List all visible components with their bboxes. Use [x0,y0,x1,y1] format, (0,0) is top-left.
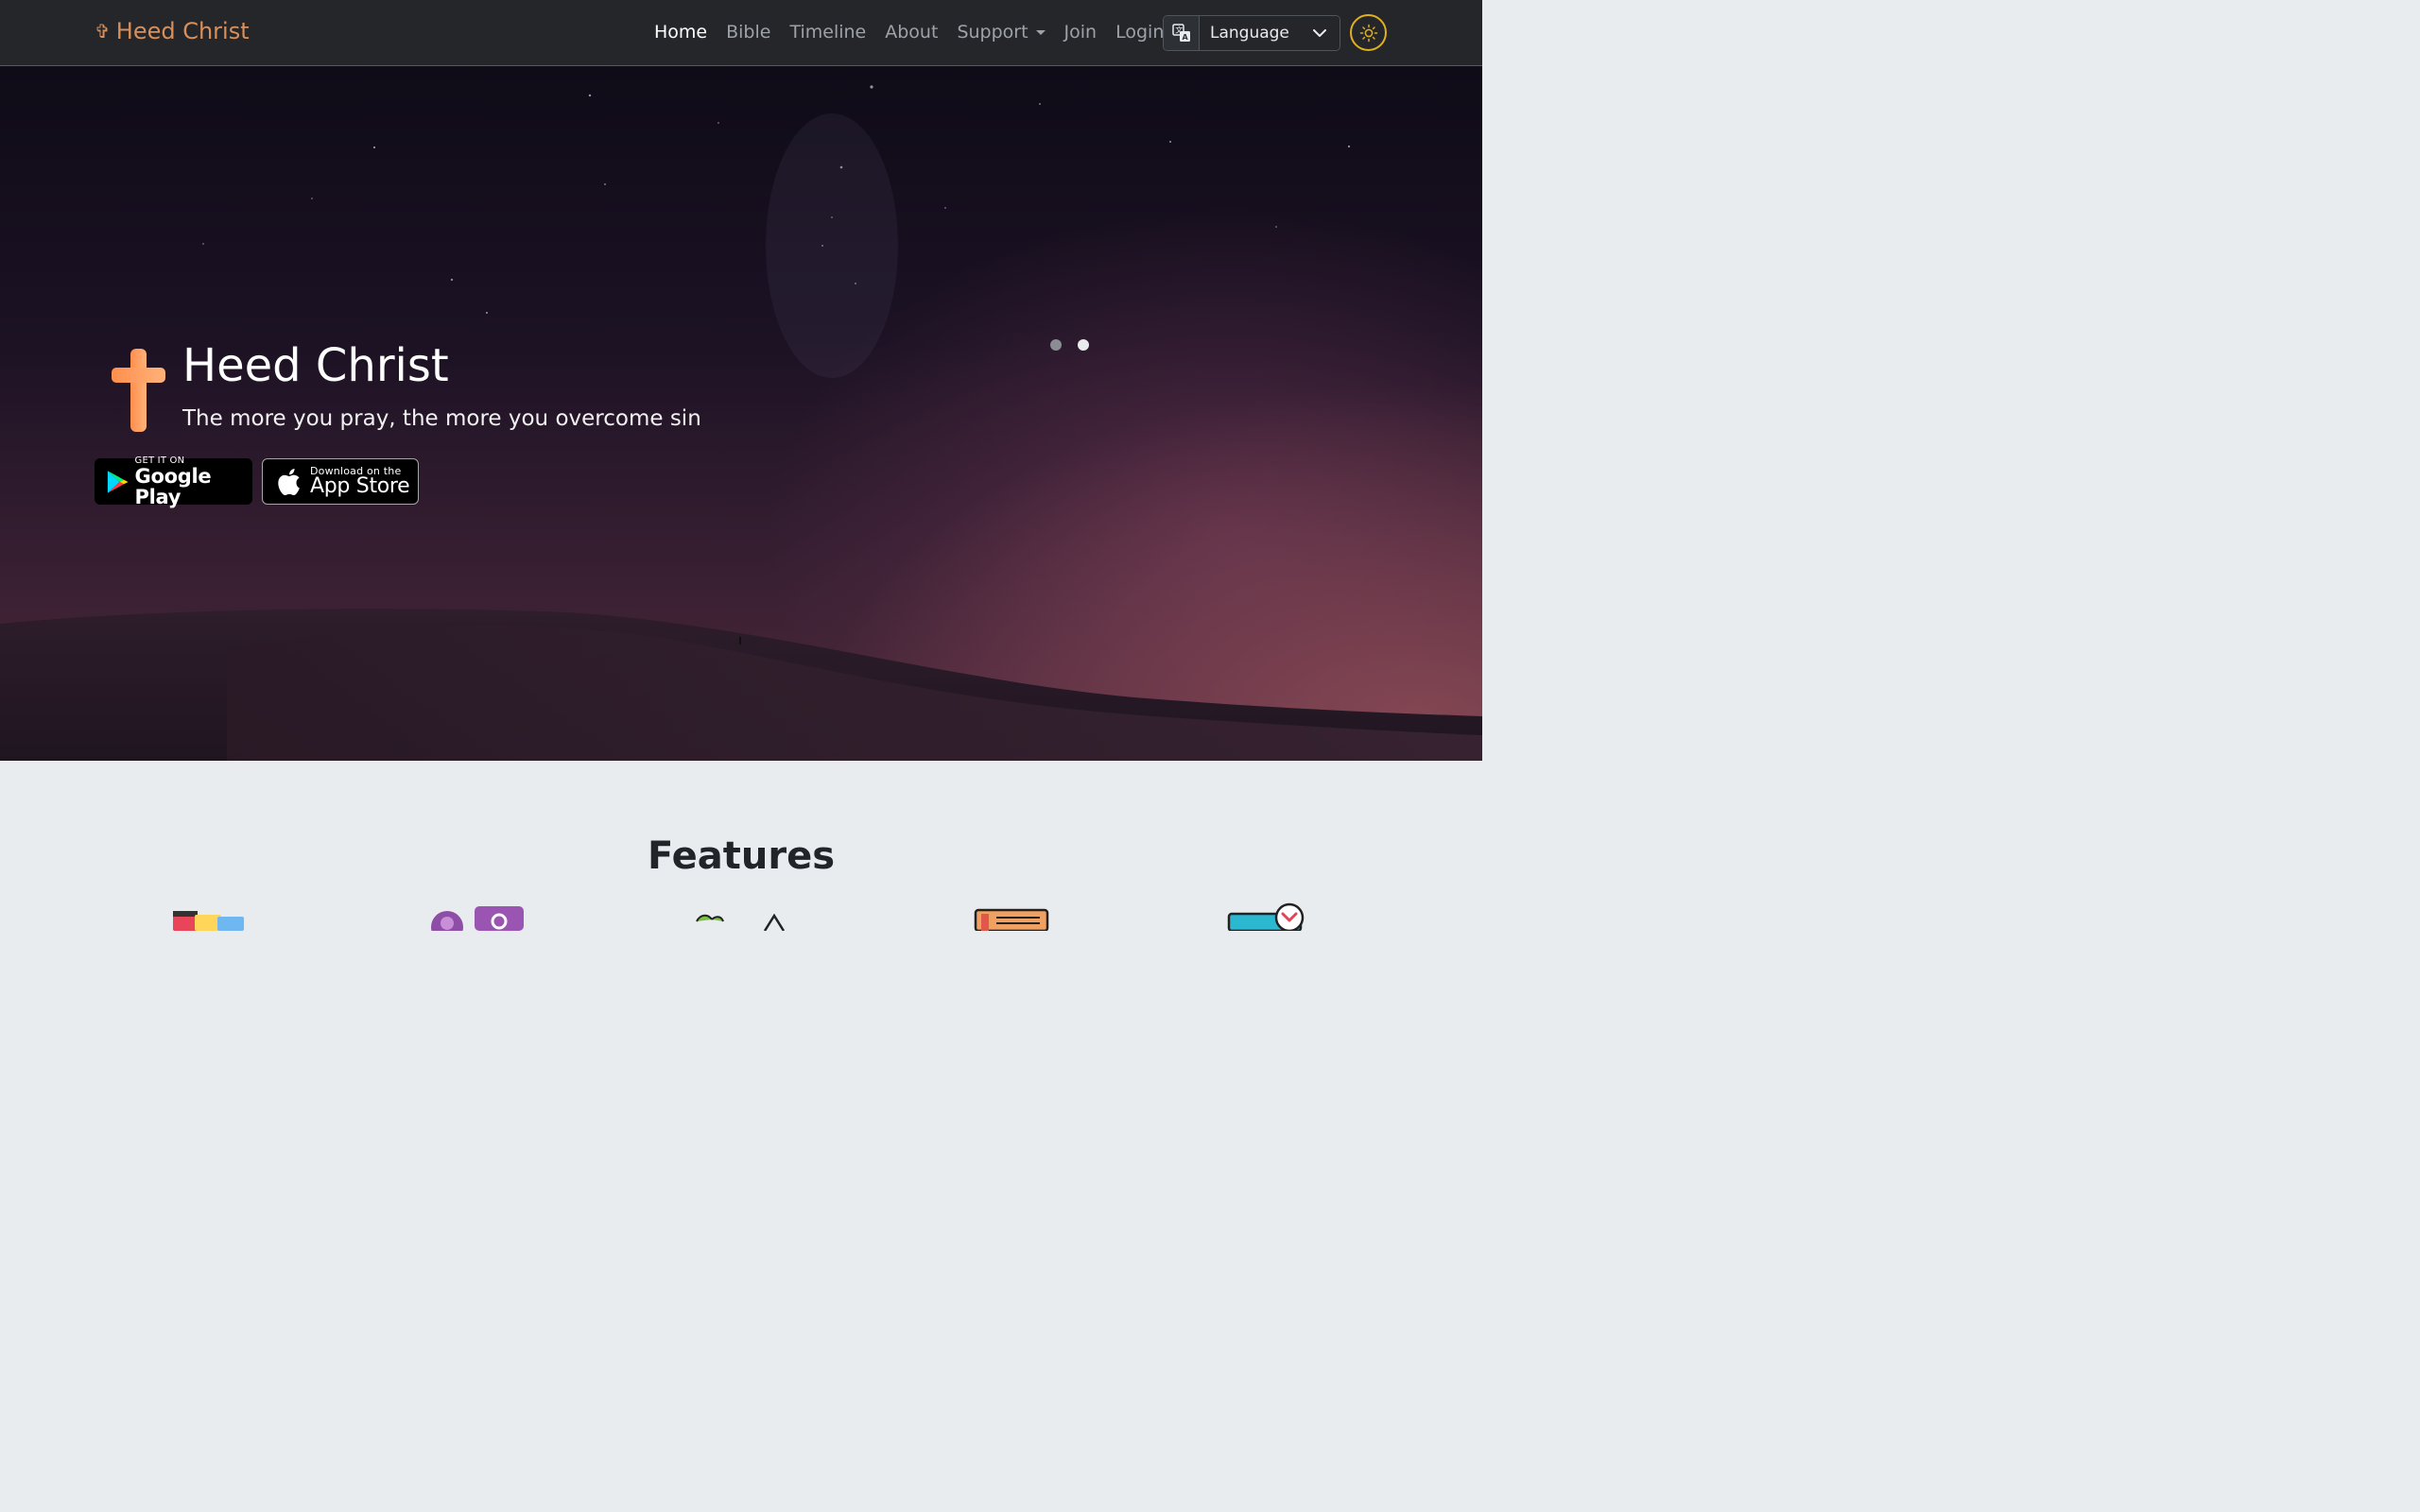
carousel-indicator[interactable] [1050,339,1062,351]
app-store-big: App Store [310,474,410,498]
carousel-indicators [1050,339,1089,351]
cross-icon [112,349,165,432]
google-play-text: GET IT ON Google Play [135,455,251,507]
brand-link[interactable]: ✞ Heed Christ [95,17,250,45]
app-store-text: Download on the App Store [310,466,410,498]
folders-icon [173,911,244,931]
app-store-badge[interactable]: Download on the App Store [262,458,419,505]
sun-icon [1359,24,1377,42]
navbar: ✞ Heed Christ Home Bible Timeline About … [0,0,1482,66]
nav-link-support-label: Support [957,22,1028,43]
nav-link-timeline[interactable]: Timeline [780,22,875,43]
language-select-value: Language [1210,24,1289,43]
nav-link-support-dropdown[interactable]: Support [947,22,1054,43]
nav-link-home[interactable]: Home [645,22,717,43]
theme-toggle-button[interactable] [1350,14,1387,51]
google-play-badge[interactable]: GET IT ON Google Play [95,455,252,507]
features-section: Features [0,761,1482,931]
features-title: Features [647,834,836,878]
google-play-big: Google Play [134,465,212,508]
google-play-icon [107,470,129,493]
svg-text:A: A [1182,33,1188,42]
browser-check-icon [1227,902,1305,931]
caret-down-icon [1035,29,1046,35]
language-selector: 文 A Language [1163,15,1340,51]
user-search-icon [431,906,524,931]
hero-subtitle: The more you pray, the more you overcome… [182,406,701,431]
nav-link-join[interactable]: Join [1055,22,1107,43]
translate-icon: 文 A [1164,16,1200,50]
brand-text: Heed Christ [115,18,250,44]
hero-carousel: Heed Christ The more you pray, the more … [0,66,1482,761]
chevron-down-icon [1313,28,1326,37]
nav-link-about[interactable]: About [875,22,947,43]
newspaper-icon [974,908,1049,931]
nav-link-bible[interactable]: Bible [717,22,780,43]
plant-icon [696,913,786,931]
cross-icon: ✞ [95,20,111,43]
nav-links: Home Bible Timeline About Support Join L… [645,18,1173,46]
carousel-indicator[interactable] [1078,339,1089,351]
apple-icon [278,468,300,495]
language-select[interactable]: Language [1200,16,1340,50]
hero-title: Heed Christ [182,339,449,392]
